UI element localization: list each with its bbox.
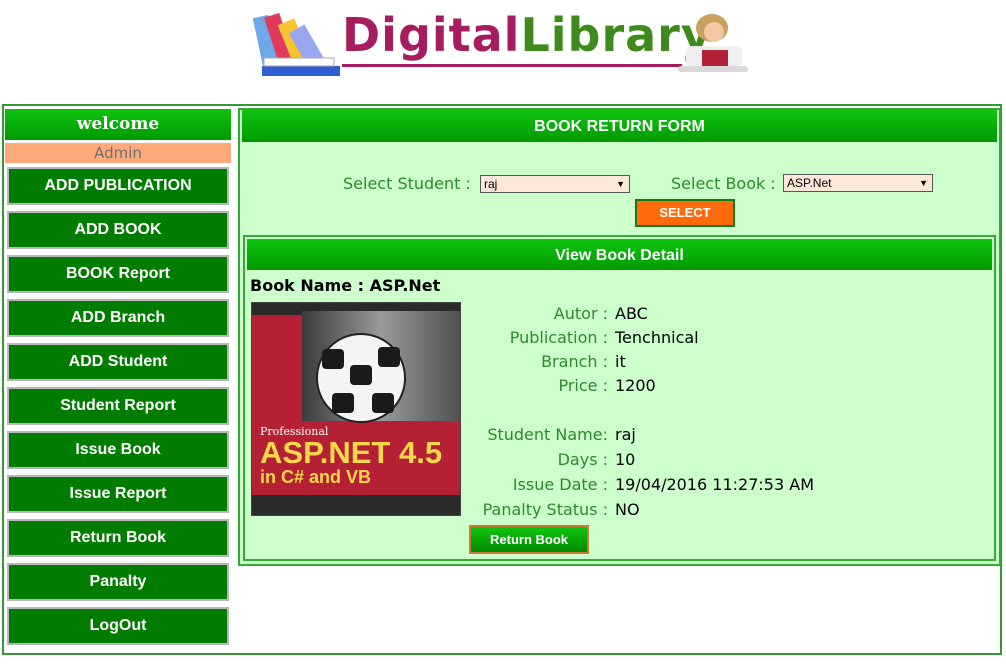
form-title: BOOK RETURN FORM <box>242 110 997 142</box>
days-value: 10 <box>615 450 636 469</box>
nav-book-report[interactable]: BOOK Report <box>7 255 229 293</box>
issue-date-value: 19/04/2016 11:27:53 AM <box>615 475 814 494</box>
student-name-value: raj <box>615 425 636 444</box>
return-book-button[interactable]: Return Book <box>469 525 589 554</box>
student-select-value: raj <box>484 177 498 191</box>
penalty-status-label: Panalty Status : <box>482 500 608 519</box>
price-value: 1200 <box>615 376 656 395</box>
detail-title: View Book Detail <box>247 239 992 270</box>
book-select[interactable]: ASP.Net ▼ <box>783 174 933 192</box>
student-select[interactable]: raj ▼ <box>480 175 630 193</box>
nav-add-publication[interactable]: ADD PUBLICATION <box>7 167 229 205</box>
book-cover-image: Professional ASP.NET 4.5 in C# and VB <box>251 302 461 516</box>
nav-add-book[interactable]: ADD BOOK <box>7 211 229 249</box>
sidebar: welcome Admin ADD PUBLICATION ADD BOOK B… <box>5 109 231 651</box>
books-icon <box>252 12 340 76</box>
nav-add-student[interactable]: ADD Student <box>7 343 229 381</box>
price-label: Price : <box>558 376 608 395</box>
nav-logout[interactable]: LogOut <box>7 607 229 645</box>
cover-text-title: ASP.NET 4.5 <box>260 435 443 470</box>
book-name: Book Name : ASP.Net <box>250 276 441 295</box>
welcome-label: welcome <box>5 109 231 140</box>
student-select-label: Select Student : <box>343 174 471 193</box>
issue-date-label: Issue Date : <box>512 475 608 494</box>
publication-label: Publication : <box>509 328 608 347</box>
nav-issue-report[interactable]: Issue Report <box>7 475 229 513</box>
publication-value: Tenchnical <box>615 328 699 347</box>
author-label: Autor : <box>553 304 608 323</box>
nav-student-report[interactable]: Student Report <box>7 387 229 425</box>
book-detail-panel: View Book Detail Book Name : ASP.Net Pro… <box>243 235 996 561</box>
football-icon <box>316 333 406 423</box>
book-select-label: Select Book : <box>671 174 776 193</box>
return-form-panel: BOOK RETURN FORM Select Student : raj ▼ … <box>238 108 1001 566</box>
site-logo: DigitalLibrary <box>252 6 752 84</box>
nav-panalty[interactable]: Panalty <box>7 563 229 601</box>
logo-text: DigitalLibrary <box>342 8 712 62</box>
nav-return-book[interactable]: Return Book <box>7 519 229 557</box>
branch-value: it <box>615 352 626 371</box>
chevron-down-icon: ▼ <box>919 178 928 188</box>
reading-girl-icon <box>678 14 748 72</box>
nav-issue-book[interactable]: Issue Book <box>7 431 229 469</box>
nav-add-branch[interactable]: ADD Branch <box>7 299 229 337</box>
user-name: Admin <box>5 143 231 163</box>
chevron-down-icon: ▼ <box>616 179 625 189</box>
logo-underline <box>342 64 682 67</box>
book-select-value: ASP.Net <box>787 176 832 190</box>
penalty-status-value: NO <box>615 500 640 519</box>
days-label: Days : <box>557 450 608 469</box>
student-name-label: Student Name: <box>487 425 608 444</box>
select-button[interactable]: SELECT <box>635 199 735 227</box>
author-value: ABC <box>615 304 648 323</box>
cover-text-subtitle: in C# and VB <box>260 467 372 487</box>
branch-label: Branch : <box>541 352 608 371</box>
